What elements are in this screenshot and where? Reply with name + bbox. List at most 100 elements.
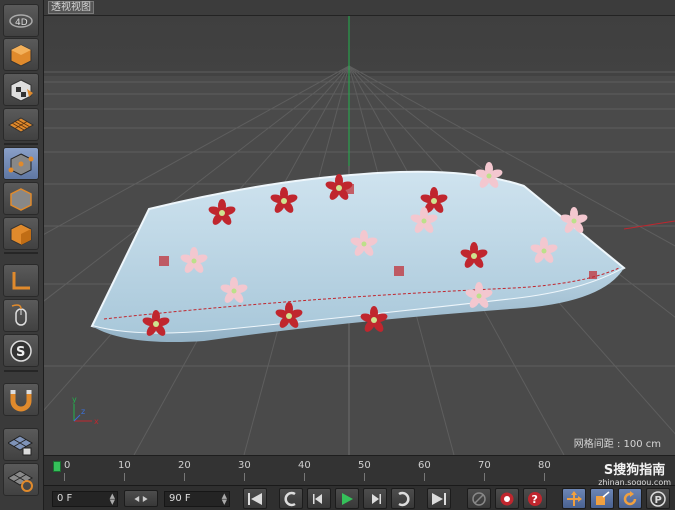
svg-text:y: y [72, 395, 77, 404]
svg-text:S: S [16, 345, 25, 360]
polygon-mode-icon [10, 222, 32, 246]
tick-label: 10 [118, 460, 131, 471]
grid-spacing-label: 网格间距 : 100 cm [573, 439, 661, 450]
edge-mode-icon [10, 187, 32, 211]
perspective-viewport[interactable]: 透视视图 y x z 网格间距: 100 cm [44, 0, 675, 455]
magnet-icon [10, 389, 32, 411]
next-frame-button[interactable] [363, 488, 387, 509]
tick-label: 70 [478, 460, 491, 471]
tick [124, 473, 125, 481]
axis-icon [12, 271, 30, 289]
step-arrows-icon [134, 495, 148, 502]
tick-label: 40 [298, 460, 311, 471]
watermark-main: S搜狗指南 [603, 463, 666, 478]
step-back-icon [313, 493, 322, 504]
tick-label: 60 [418, 460, 431, 471]
help-icon: ? [528, 491, 542, 506]
record-icon [500, 492, 514, 505]
cube-icon [10, 43, 32, 67]
svg-text:4D: 4D [15, 18, 28, 28]
rotate-grid-icon [8, 469, 33, 492]
spinner-icon[interactable]: ▲ ▼ [110, 493, 115, 506]
lock-grid-icon [8, 434, 33, 455]
go-to-start-button[interactable] [243, 488, 267, 509]
prev-frame-button[interactable] [307, 488, 331, 509]
viewport-title[interactable]: 透视视图 [48, 1, 94, 14]
range-stepper[interactable] [124, 490, 158, 507]
edges-mode[interactable] [3, 182, 39, 215]
cinema-logo: 4D [3, 4, 39, 37]
param-button[interactable]: P [646, 488, 670, 509]
checker-cube-icon [10, 78, 33, 102]
texture-tool[interactable] [3, 73, 39, 106]
tick-label: 20 [178, 460, 191, 471]
3d-scene[interactable]: y x z [44, 16, 675, 455]
play-icon [342, 492, 353, 505]
vertex-mode-icon [8, 152, 34, 176]
tick-label: 0 [64, 460, 71, 471]
next-key-icon [398, 491, 410, 506]
viewport-header: 透视视图 [44, 0, 675, 16]
grid-plane-icon [8, 116, 34, 133]
model-tool[interactable] [3, 38, 39, 71]
help-button[interactable]: ? [523, 488, 547, 509]
tick-label: 50 [358, 460, 371, 471]
playhead[interactable] [53, 461, 61, 472]
toolbar-separator [4, 143, 38, 145]
start-frame-field[interactable]: 0 F ▲ ▼ [52, 491, 118, 507]
skip-start-icon [248, 492, 262, 505]
cinema4d-window: 4D S 透视视图 y x z 网格间距: 100 cm 0 10 20 30… [0, 0, 675, 510]
end-frame-value: 90 F [169, 493, 191, 504]
next-key-button[interactable] [391, 488, 415, 509]
skip-end-icon [432, 492, 446, 505]
tick [424, 473, 425, 481]
tick [544, 473, 545, 481]
rotate-icon [623, 490, 637, 505]
snap-s-icon: S [10, 339, 32, 362]
svg-text:P: P [655, 495, 662, 506]
tick [184, 473, 185, 481]
align-workplane[interactable] [3, 463, 39, 496]
tick-label: 80 [538, 460, 551, 471]
param-p-icon: P [650, 490, 666, 507]
mouse-icon [11, 303, 27, 326]
record-button[interactable] [495, 488, 519, 509]
timeline[interactable]: 0 10 20 30 40 50 60 70 80 S搜狗指南 zhinan.s… [44, 455, 675, 487]
toolbar-separator [4, 252, 38, 254]
playback-controls: 0 F ▲ ▼ 90 F ▲ ▼ ? P [44, 485, 675, 510]
left-toolbar: 4D S [0, 0, 44, 510]
tweak-mode[interactable] [3, 299, 39, 332]
tick [364, 473, 365, 481]
spinner-icon[interactable]: ▲ ▼ [222, 493, 227, 506]
move-tool-button[interactable] [562, 488, 586, 509]
tick [244, 473, 245, 481]
tick-label: 30 [238, 460, 251, 471]
svg-text:?: ? [532, 493, 538, 506]
tick [484, 473, 485, 481]
scale-tool-button[interactable] [590, 488, 614, 509]
watermark: S搜狗指南 zhinan.sogou.com [598, 459, 671, 487]
keyframe-button[interactable] [467, 488, 491, 509]
move-icon [567, 490, 582, 506]
snap-settings[interactable]: S [3, 334, 39, 367]
step-forward-icon [372, 493, 381, 504]
polygons-mode[interactable] [3, 217, 39, 250]
go-to-end-button[interactable] [427, 488, 451, 509]
enable-snap[interactable] [3, 383, 39, 416]
cinema-logo-icon: 4D [9, 13, 33, 28]
points-mode[interactable] [3, 147, 39, 180]
end-frame-field[interactable]: 90 F ▲ ▼ [164, 491, 230, 507]
svg-text:z: z [81, 407, 85, 416]
tick [64, 473, 65, 481]
svg-text:x: x [94, 417, 99, 426]
prev-key-button[interactable] [279, 488, 303, 509]
play-button[interactable] [335, 488, 359, 509]
start-frame-value: 0 F [57, 493, 73, 504]
toolbar-separator [4, 370, 38, 372]
workplane-tool[interactable] [3, 108, 39, 141]
timeline-ruler[interactable]: 0 10 20 30 40 50 60 70 80 [52, 460, 612, 482]
tick [304, 473, 305, 481]
lock-workplane[interactable] [3, 428, 39, 461]
rotate-tool-button[interactable] [618, 488, 642, 509]
axis-mode[interactable] [3, 264, 39, 297]
